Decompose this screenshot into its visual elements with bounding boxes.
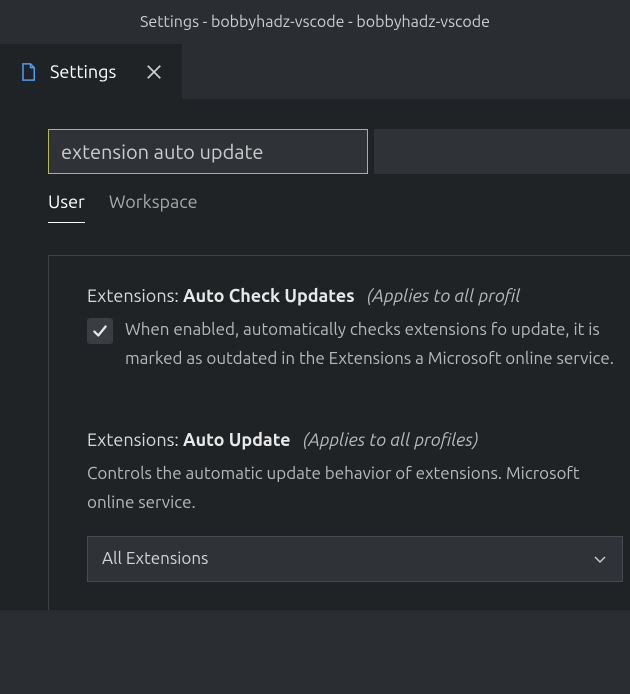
setting-name: Auto Check Updates <box>183 286 355 306</box>
scope-tab-user[interactable]: User <box>48 192 85 223</box>
checkbox-row: When enabled, automatically checks exten… <box>87 316 630 374</box>
close-icon[interactable] <box>144 62 164 82</box>
setting-scope-label: (Applies to all profiles) <box>303 430 479 450</box>
search-actions-area <box>374 129 630 174</box>
setting-name: Auto Update <box>183 430 291 450</box>
setting-category: Extensions: <box>87 286 183 306</box>
tab-settings[interactable]: Settings <box>0 44 182 99</box>
setting-scope-label: (Applies to all profil <box>367 286 521 306</box>
checkbox-auto-check-updates[interactable] <box>87 318 113 344</box>
scope-tabs: User Workspace <box>48 192 630 223</box>
tab-label: Settings <box>50 62 116 82</box>
scope-tab-workspace[interactable]: Workspace <box>109 192 198 223</box>
check-icon <box>91 322 109 340</box>
settings-panel: Extensions: Auto Check Updates (Applies … <box>48 255 630 610</box>
setting-description: When enabled, automatically checks exten… <box>125 316 630 374</box>
dropdown-auto-update[interactable]: All Extensions <box>87 536 623 582</box>
settings-file-icon <box>18 62 38 82</box>
setting-auto-check-updates: Extensions: Auto Check Updates (Applies … <box>87 286 630 374</box>
chevron-down-icon <box>592 551 608 567</box>
dropdown-value: All Extensions <box>102 549 208 568</box>
setting-category: Extensions: <box>87 430 183 450</box>
editor-tabs: Settings <box>0 44 630 99</box>
setting-title: Extensions: Auto Check Updates (Applies … <box>87 286 630 306</box>
window-title: Settings - bobbyhadz-vscode - bobbyhadz-… <box>140 13 490 31</box>
settings-editor: User Workspace Extensions: Auto Check Up… <box>0 99 630 610</box>
setting-description: Controls the automatic update behavior o… <box>87 460 630 518</box>
setting-auto-update: Extensions: Auto Update (Applies to all … <box>87 430 630 582</box>
window-title-bar: Settings - bobbyhadz-vscode - bobbyhadz-… <box>0 0 630 44</box>
search-row <box>48 129 630 174</box>
settings-search-input[interactable] <box>48 129 368 174</box>
setting-title: Extensions: Auto Update (Applies to all … <box>87 430 630 450</box>
